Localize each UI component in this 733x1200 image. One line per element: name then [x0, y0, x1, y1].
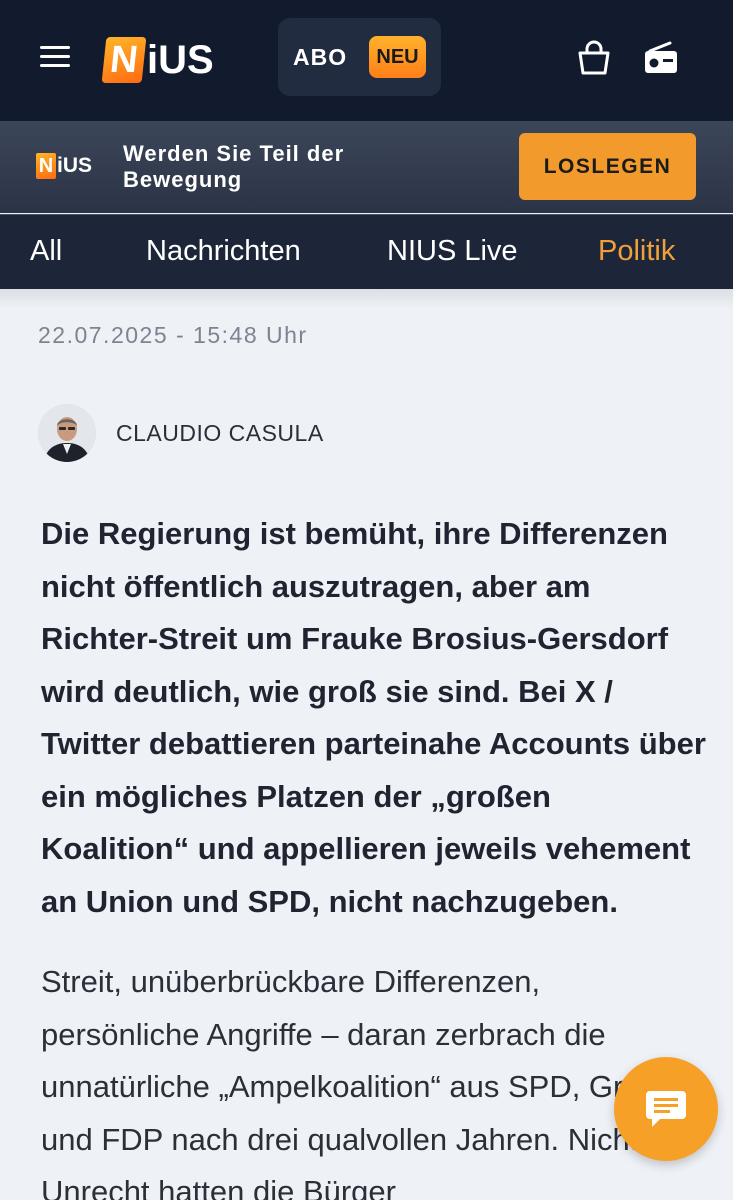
article-date: 22.07.2025 - 15:48 Uhr — [38, 322, 308, 348]
nav-tab-nachrichten[interactable]: Nachrichten — [146, 235, 301, 268]
radio-icon[interactable] — [642, 40, 680, 76]
author-name[interactable]: CLAUDIO CASULA — [116, 420, 324, 447]
logo-text: iUS — [147, 38, 214, 82]
promo-logo-initial: N — [36, 153, 56, 179]
logo-initial: N — [101, 37, 147, 83]
nav-tab-nius-live[interactable]: NIUS Live — [387, 235, 518, 268]
promo-text: Werden Sie Teil der Bewegung — [123, 141, 345, 192]
top-header: N iUS ABO NEU — [0, 0, 733, 121]
article-lead: Die Regierung ist bemüht, ihre Differenz… — [41, 516, 706, 919]
hamburger-menu-icon[interactable] — [38, 42, 72, 72]
promo-logo-text: iUS — [57, 154, 93, 177]
chat-bubble-icon — [646, 1091, 686, 1127]
loslegen-button[interactable]: LOSLEGEN — [519, 133, 696, 200]
nius-logo[interactable]: N iUS — [101, 36, 214, 84]
nav-shadow — [0, 289, 733, 309]
article-body: Streit, unüberbrückbare Differenzen, per… — [41, 964, 693, 1200]
promo-logo: NiUS — [36, 153, 92, 179]
new-badge: NEU — [369, 36, 426, 78]
chat-button[interactable] — [614, 1057, 718, 1161]
nav-tab-all[interactable]: All — [30, 235, 62, 268]
category-nav: All Nachrichten NIUS Live Politik — [0, 214, 733, 289]
nav-tab-politik[interactable]: Politik — [598, 235, 675, 268]
shopping-bag-icon[interactable] — [576, 40, 612, 76]
author-avatar[interactable] — [38, 404, 96, 462]
abo-button[interactable]: ABO NEU — [278, 18, 441, 96]
abo-label: ABO — [293, 44, 348, 70]
